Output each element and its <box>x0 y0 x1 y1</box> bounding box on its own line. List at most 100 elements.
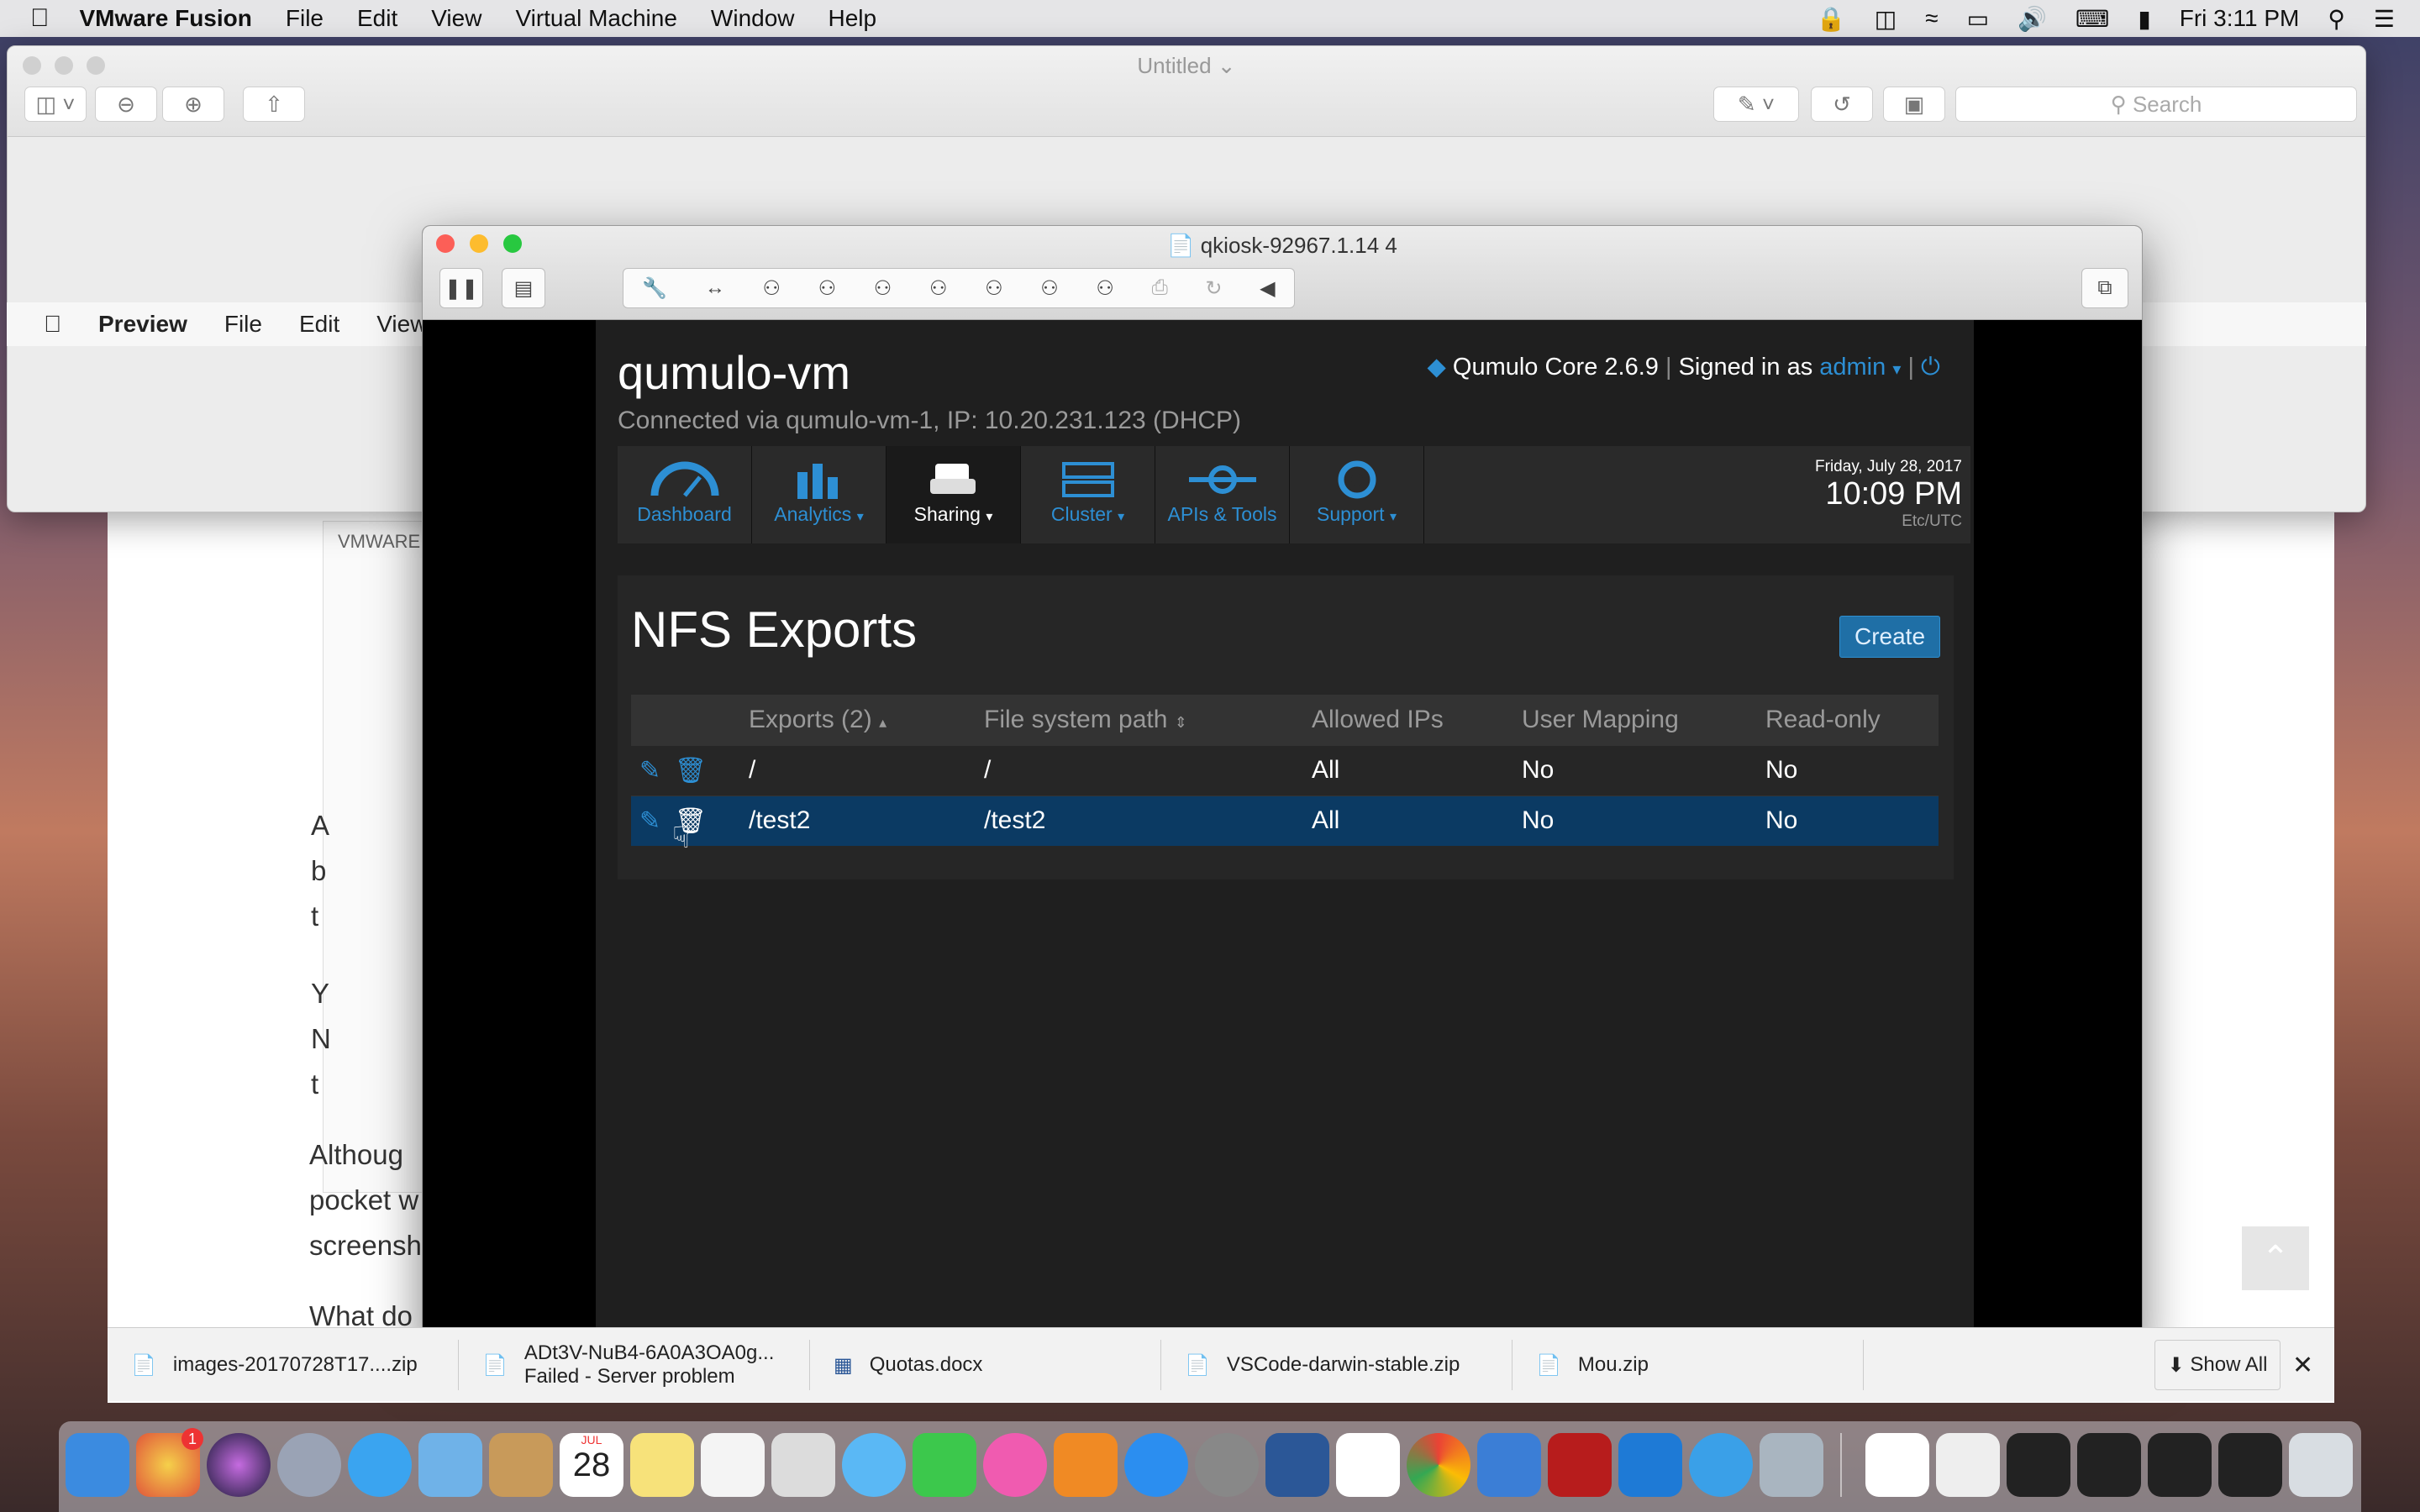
menu-app-name[interactable]: VMware Fusion <box>80 5 252 32</box>
notes-icon[interactable] <box>630 1433 694 1497</box>
user-menu[interactable]: admin <box>1819 354 1886 381</box>
nav-apis-tools[interactable]: APIs & Tools <box>1155 446 1290 543</box>
window-thumbnail[interactable] <box>2218 1433 2282 1497</box>
snapshot-button[interactable]: ▤ <box>502 268 545 308</box>
vmware-fusion-icon[interactable] <box>1477 1433 1541 1497</box>
image-capture-icon[interactable] <box>1760 1433 1823 1497</box>
scroll-top-button[interactable]: ⌃ <box>2242 1226 2309 1290</box>
wifi-icon[interactable]: ≈ <box>1925 5 1938 32</box>
preview-menu-file[interactable]: File <box>224 311 262 338</box>
create-button[interactable]: Create <box>1839 616 1940 658</box>
nav-cluster[interactable]: Cluster ▾ <box>1021 446 1155 543</box>
wrench-icon[interactable]: 🔧 <box>642 276 667 301</box>
network-icon[interactable]: ↔ <box>705 276 725 300</box>
close-icon[interactable]: ✕ <box>2292 1340 2326 1390</box>
chevron-left-icon[interactable]: ◀ <box>1260 276 1275 301</box>
system-preferences-icon[interactable] <box>1195 1433 1259 1497</box>
messages-icon[interactable] <box>842 1433 906 1497</box>
share-button[interactable]: ⇧ <box>243 87 305 122</box>
trash-icon[interactable] <box>2289 1433 2353 1497</box>
download-item[interactable]: ▦ Quotas.docx <box>817 1340 1161 1390</box>
disk-icon[interactable]: ⚇ <box>1096 276 1114 301</box>
zoom-in-button[interactable]: ⊕ <box>162 87 224 122</box>
download-item[interactable]: 📄 Mou.zip <box>1519 1340 1864 1390</box>
chevron-down-icon[interactable]: ▾ <box>1892 360 1901 379</box>
disk-icon[interactable]: ⚇ <box>818 276 837 301</box>
acrobat-icon[interactable] <box>1548 1433 1612 1497</box>
fullscreen-button[interactable]: ⧉ <box>2081 268 2128 308</box>
download-item[interactable]: 📄 images-20170728T17....zip <box>114 1340 459 1390</box>
table-row[interactable]: ✎ 🗑 /test2 /test2 All No No <box>631 795 1939 846</box>
edit-icon[interactable]: ✎ <box>639 757 660 785</box>
preview-menu-app[interactable]: Preview <box>98 311 187 338</box>
safari-icon[interactable] <box>348 1433 412 1497</box>
preview-app-icon[interactable] <box>771 1433 835 1497</box>
screen-share-icon[interactable]: ◫ <box>1875 5 1897 33</box>
mail-icon[interactable] <box>418 1433 482 1497</box>
nav-support[interactable]: Support ▾ <box>1290 446 1424 543</box>
rotate-button[interactable]: ↺ <box>1811 87 1873 122</box>
disk-icon[interactable]: ⚇ <box>874 276 892 301</box>
window-thumbnail[interactable] <box>1936 1433 2000 1497</box>
itunes-icon[interactable] <box>983 1433 1047 1497</box>
word-icon[interactable] <box>1265 1433 1329 1497</box>
volume-icon[interactable]: 🔊 <box>2018 5 2047 33</box>
markdown-editor-icon[interactable] <box>1689 1433 1753 1497</box>
photos-app-icon[interactable]: 1 <box>136 1428 203 1497</box>
printer-icon[interactable]: ⎙ <box>1152 276 1168 300</box>
sidebar-toggle-button[interactable]: ◫ ˅ <box>24 87 87 122</box>
markup-button[interactable]: ✎ ˅ <box>1713 87 1799 122</box>
column-header-exports[interactable]: Exports (2) ▴ <box>740 695 976 745</box>
menu-clock[interactable]: Fri 3:11 PM <box>2180 5 2300 32</box>
launchpad-icon[interactable] <box>277 1433 341 1497</box>
zoom-out-button[interactable]: ⊖ <box>95 87 157 122</box>
airplay-icon[interactable]: ▭ <box>1967 5 1989 33</box>
show-all-button[interactable]: ⬇ Show All <box>2154 1340 2281 1390</box>
menu-file[interactable]: File <box>286 5 324 32</box>
disk-icon[interactable]: ⚇ <box>1040 276 1059 301</box>
vscode-icon[interactable] <box>1618 1433 1682 1497</box>
lock-icon[interactable]: 🔒 <box>1817 5 1846 33</box>
download-item[interactable]: 📄 VSCode-darwin-stable.zip <box>1168 1340 1512 1390</box>
pause-button[interactable]: ❚❚ <box>439 268 483 308</box>
window-thumbnail[interactable] <box>2077 1433 2141 1497</box>
spotlight-icon[interactable]: ⚲ <box>2328 5 2345 33</box>
menu-help[interactable]: Help <box>829 5 877 32</box>
app-store-icon[interactable] <box>1124 1433 1188 1497</box>
preview-menu-edit[interactable]: Edit <box>299 311 339 338</box>
reminders-icon[interactable] <box>701 1433 765 1497</box>
menu-edit[interactable]: Edit <box>357 5 397 32</box>
menu-virtual-machine[interactable]: Virtual Machine <box>515 5 676 32</box>
download-item[interactable]: 📄 ADt3V-NuB4-6A0A3OA0g... Failed - Server … <box>466 1340 810 1390</box>
input-source-icon[interactable]: ⌨ <box>2075 5 2109 33</box>
nav-analytics[interactable]: Analytics ▾ <box>752 446 886 543</box>
slack-icon[interactable] <box>1336 1433 1400 1497</box>
battery-icon[interactable]: ▮ <box>2138 5 2150 33</box>
chrome-icon[interactable] <box>1407 1433 1470 1497</box>
menu-window[interactable]: Window <box>711 5 795 32</box>
nav-dashboard[interactable]: Dashboard <box>618 446 752 543</box>
apple-icon[interactable]:  <box>44 311 61 338</box>
preview-menu-view[interactable]: View <box>376 311 427 338</box>
search-input[interactable]: ⚲ Search <box>1955 87 2357 122</box>
calendar-icon[interactable]: JUL 28 <box>560 1433 623 1497</box>
column-header-path[interactable]: File system path ⇕ <box>976 695 1303 745</box>
disk-icon[interactable]: ⚇ <box>985 276 1003 301</box>
window-thumbnail[interactable] <box>2007 1433 2070 1497</box>
nav-sharing[interactable]: Sharing ▾ <box>886 446 1021 543</box>
contacts-icon[interactable] <box>489 1433 553 1497</box>
edit-icon[interactable]: ✎ <box>639 807 660 835</box>
finder-icon[interactable] <box>66 1433 129 1497</box>
chevron-down-icon[interactable]: ⌄ <box>1218 53 1236 78</box>
window-thumbnail[interactable] <box>2148 1433 2212 1497</box>
disk-icon[interactable]: ⚇ <box>762 276 781 301</box>
siri-icon[interactable] <box>207 1433 271 1497</box>
power-icon[interactable]: ⏻ <box>1921 354 1940 381</box>
toolbox-button[interactable]: ▣ <box>1883 87 1945 122</box>
trash-icon[interactable]: 🗑 <box>675 757 707 785</box>
disk-icon[interactable]: ⚇ <box>929 276 948 301</box>
ibooks-icon[interactable] <box>1054 1433 1118 1497</box>
facetime-icon[interactable] <box>913 1433 976 1497</box>
notification-center-icon[interactable]: ☰ <box>2374 5 2395 33</box>
usb-icon[interactable]: ↻ <box>1205 276 1222 301</box>
